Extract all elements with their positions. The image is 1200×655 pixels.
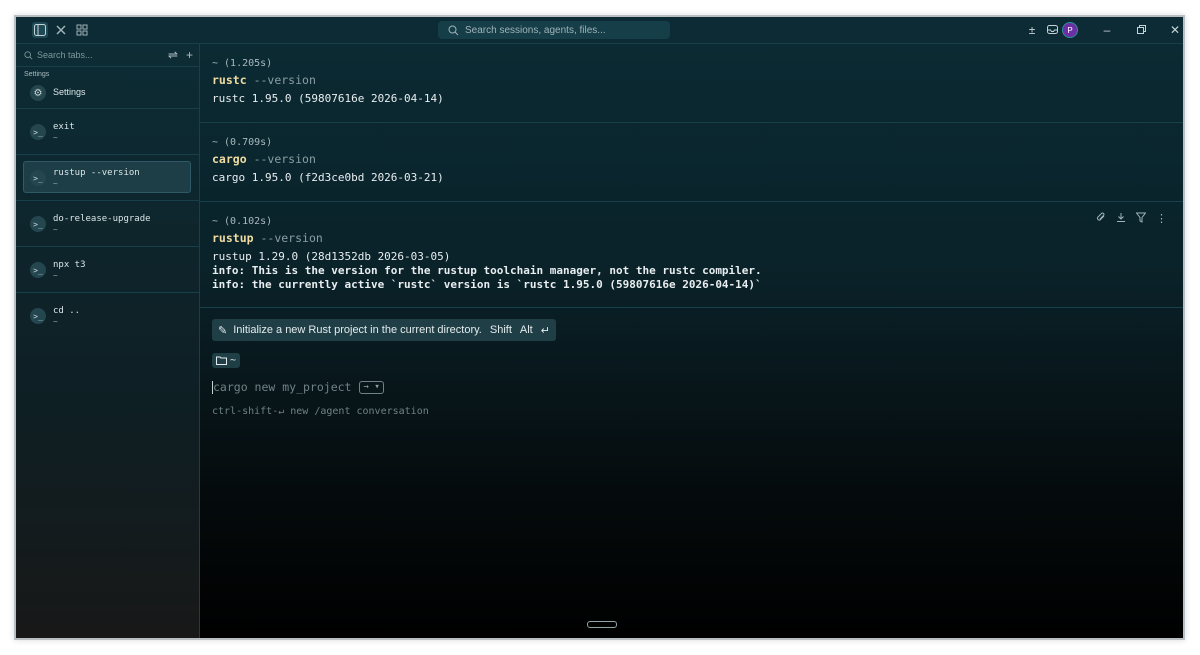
sidebar-item-exit[interactable]: >_ exit ~ (16, 109, 199, 155)
block-command: cargo --version (212, 152, 316, 166)
command-input[interactable]: cargo new my_project → ▾ (212, 380, 384, 394)
block-duration: ~ (1.205s) (212, 58, 273, 69)
block-command: rustup --version (212, 231, 323, 245)
filter-sliders-icon[interactable]: ⇌ (168, 48, 178, 62)
search-icon (448, 25, 459, 35)
cwd-label: ~ (230, 355, 237, 366)
close-icon[interactable]: ✕ (1158, 23, 1183, 37)
shortcut-key-alt: Alt (519, 324, 533, 336)
sidebar-item-path: ~ (53, 179, 58, 188)
block-duration: ~ (0.102s) (212, 216, 273, 227)
tab-search-input[interactable]: Search tabs... ⇌ + (16, 44, 199, 67)
minimize-icon[interactable]: – (1090, 23, 1124, 37)
inbox-icon[interactable] (1042, 23, 1062, 37)
sidebar-item-path: ~ (53, 133, 58, 142)
block-command: rustc --version (212, 73, 316, 87)
sparkle-icon: ✎ (218, 324, 228, 337)
terminal-pane[interactable]: ~ (1.205s) rustc --version rustc 1.95.0 … (200, 44, 1183, 638)
folder-icon (216, 356, 227, 365)
restore-icon[interactable] (1124, 23, 1158, 37)
sidebar-item-path: ~ (53, 225, 58, 234)
accept-suggestion-button[interactable]: → ▾ (359, 380, 384, 394)
block-output-line: rustc 1.95.0 (59807616e 2026-04-14) (212, 92, 444, 105)
sidebar-item-label: cd .. (53, 306, 81, 316)
block-output-line: info: the currently active `rustc` versi… (212, 278, 762, 291)
terminal-icon: >_ (30, 308, 46, 324)
sidebar-item-path: ~ (53, 271, 58, 280)
terminal-icon: >_ (30, 216, 46, 232)
resize-handle[interactable] (587, 621, 617, 628)
ai-suggestion-chip[interactable]: ✎ Initialize a new Rust project in the c… (212, 319, 556, 341)
new-tab-icon[interactable]: + (186, 48, 193, 62)
app-window: Search sessions, agents, files... ± P – … (14, 15, 1185, 640)
block-output-line: rustup 1.29.0 (28d1352db 2026-03-05) (212, 250, 451, 263)
sidebar-item-do-release-upgrade[interactable]: >_ do-release-upgrade ~ (16, 201, 199, 247)
tools-icon[interactable] (53, 22, 69, 38)
filter-icon[interactable] (1135, 212, 1147, 226)
suggestion-text: Initialize a new Rust project in the cur… (233, 324, 482, 336)
window-controls: – ✕ (1090, 17, 1183, 43)
keyboard-hint: ctrl-shift-↵ new /agent conversation (212, 406, 429, 417)
command-block[interactable]: ~ (1.205s) rustc --version rustc 1.95.0 … (200, 44, 1183, 123)
command-block[interactable]: ⋮ ~ (0.102s) rustup --version rustup 1.2… (200, 202, 1183, 308)
sidebar-item-label: npx t3 (53, 260, 86, 270)
download-icon[interactable] (1116, 212, 1126, 226)
avatar[interactable]: P (1062, 22, 1078, 38)
block-output-line: info: This is the version for the rustup… (212, 264, 762, 277)
shortcut-key-shift: Shift (489, 324, 512, 336)
sidebar-item-npx-t3[interactable]: >_ npx t3 ~ (16, 247, 199, 293)
search-icon (24, 50, 33, 59)
sidebar-item-cd[interactable]: >_ cd .. ~ (16, 293, 199, 338)
grid-icon[interactable] (74, 22, 90, 38)
global-search-input[interactable]: Search sessions, agents, files... (438, 21, 670, 39)
sidebar-item-label: exit (53, 122, 75, 132)
terminal-icon: >_ (30, 170, 46, 186)
block-duration: ~ (0.709s) (212, 137, 273, 148)
command-block[interactable]: ~ (0.709s) cargo --version cargo 1.95.0 … (200, 123, 1183, 202)
tab-search-placeholder: Search tabs... (37, 50, 93, 60)
sidebar-toggle-icon[interactable] (32, 22, 48, 38)
cwd-chip[interactable]: ~ (212, 353, 241, 368)
sidebar: Search tabs... ⇌ + Settings ⚙ Settings >… (16, 44, 200, 638)
block-output-line: cargo 1.95.0 (f2d3ce0bd 2026-03-21) (212, 171, 444, 184)
titlebar-actions: ± P (1022, 17, 1078, 43)
more-vertical-icon[interactable]: ⋮ (1156, 212, 1167, 226)
sidebar-item-label: do-release-upgrade (53, 214, 151, 224)
gear-icon: ⚙ (30, 85, 46, 101)
sidebar-item-path: ~ (53, 317, 58, 326)
titlebar: Search sessions, agents, files... ± P – … (16, 17, 1183, 44)
terminal-icon: >_ (30, 124, 46, 140)
input-placeholder: cargo new my_project (213, 380, 352, 394)
sidebar-item-rustup[interactable]: >_ rustup --version ~ (16, 155, 199, 201)
sidebar-item-label: rustup --version (53, 168, 140, 178)
add-pane-icon[interactable]: ± (1022, 23, 1042, 37)
section-label: Settings (24, 71, 50, 78)
attach-icon[interactable] (1096, 212, 1106, 226)
search-placeholder: Search sessions, agents, files... (465, 24, 606, 36)
terminal-icon: >_ (30, 262, 46, 278)
sidebar-item-settings[interactable]: ⚙ Settings (16, 78, 199, 109)
shortcut-key-enter: ↵ (540, 324, 550, 337)
sidebar-item-label: Settings (53, 87, 86, 97)
block-toolbar: ⋮ (1096, 212, 1167, 226)
